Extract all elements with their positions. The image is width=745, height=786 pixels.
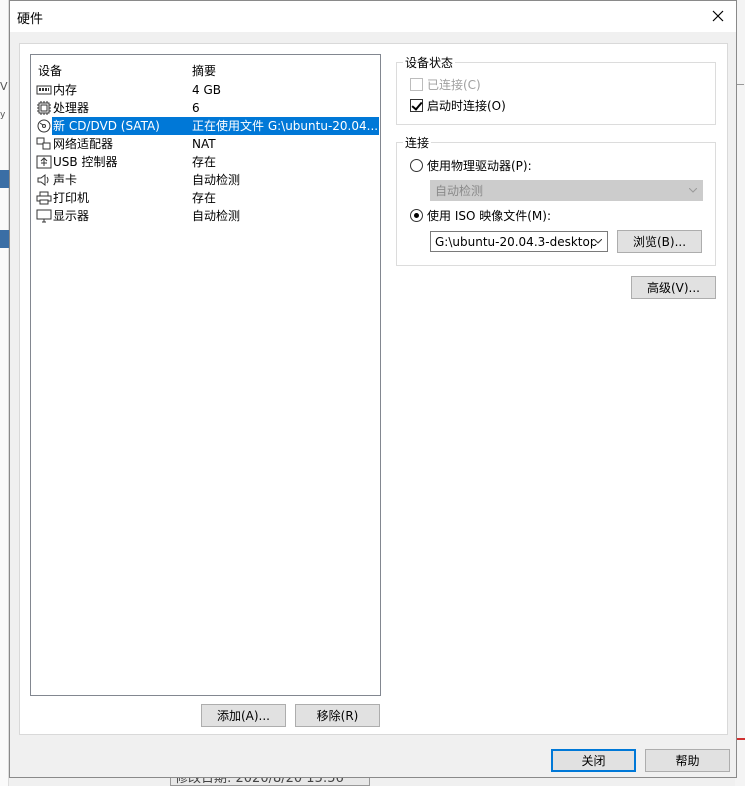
device-row-printer[interactable]: 打印机 存在 <box>31 189 380 207</box>
remove-device-button[interactable]: 移除(R) <box>295 704 380 727</box>
connect-at-power-on-box <box>410 99 423 112</box>
device-row-memory[interactable]: 内存 4 GB <box>31 81 380 99</box>
device-summary: 自动检测 <box>192 173 241 187</box>
column-header-device[interactable]: 设备 <box>38 62 62 79</box>
device-row-usb-controller[interactable]: USB 控制器 存在 <box>31 153 380 171</box>
device-list[interactable]: 设备 摘要 内存 4 GB 处理器 6 新 CD/DVD (SATA) 正在使用… <box>30 54 381 696</box>
remove-device-label: 移除(R) <box>316 709 359 723</box>
device-name: 声卡 <box>53 173 78 187</box>
iso-path-value: G:\ubuntu-20.04.3-desktop <box>435 234 598 249</box>
device-name: 新 CD/DVD (SATA) <box>53 119 160 133</box>
device-summary: NAT <box>192 137 216 151</box>
device-row-cd-dvd[interactable]: 新 CD/DVD (SATA) 正在使用文件 G:\ubuntu-20.04..… <box>31 117 380 135</box>
add-device-label: 添加(A)... <box>216 709 271 723</box>
chevron-down-icon <box>689 188 697 193</box>
device-summary: 存在 <box>192 191 217 205</box>
device-summary: 自动检测 <box>192 209 241 223</box>
processor-icon <box>37 101 51 115</box>
advanced-label: 高级(V)... <box>646 281 701 295</box>
background-tab <box>0 170 9 188</box>
device-name: USB 控制器 <box>53 155 118 169</box>
device-summary: 6 <box>192 101 200 115</box>
connect-at-power-on-label: 启动时连接(O) <box>427 99 506 113</box>
connected-checkbox[interactable]: 已连接(C) <box>410 76 481 93</box>
physical-drive-select[interactable]: 自动检测 <box>430 180 703 201</box>
display-icon <box>36 209 52 223</box>
device-row-processor[interactable]: 处理器 6 <box>31 99 380 117</box>
background-tab <box>0 230 9 248</box>
background-left-strip: V y <box>0 0 9 786</box>
iso-image-radio[interactable]: 使用 ISO 映像文件(M): <box>410 207 551 224</box>
advanced-button[interactable]: 高级(V)... <box>631 276 716 299</box>
background-char: y <box>0 110 6 120</box>
device-list-header: 设备 摘要 <box>31 55 380 81</box>
device-name: 内存 <box>53 83 78 97</box>
close-label: 关闭 <box>581 754 606 768</box>
sound-card-icon <box>37 174 49 186</box>
device-row-display[interactable]: 显示器 自动检测 <box>31 207 380 225</box>
iso-path-combo[interactable]: G:\ubuntu-20.04.3-desktop <box>430 231 608 252</box>
chevron-down-icon <box>594 239 602 244</box>
help-button[interactable]: 帮助 <box>645 749 730 772</box>
dialog-title: 硬件 <box>17 12 44 27</box>
usb-controller-icon <box>36 155 52 169</box>
column-header-summary[interactable]: 摘要 <box>192 62 216 79</box>
device-name: 打印机 <box>53 191 90 205</box>
browse-button[interactable]: 浏览(B)... <box>617 230 702 253</box>
connected-checkbox-label: 已连接(C) <box>427 78 481 92</box>
network-adapter-icon <box>36 137 51 150</box>
printer-icon <box>36 191 52 205</box>
add-device-button[interactable]: 添加(A)... <box>201 704 286 727</box>
physical-drive-radio-button <box>410 159 423 172</box>
physical-drive-label: 使用物理驱动器(P): <box>427 159 532 173</box>
device-row-network-adapter[interactable]: 网络适配器 NAT <box>31 135 380 153</box>
help-label: 帮助 <box>675 754 700 768</box>
background-char: V <box>0 80 8 93</box>
device-name: 显示器 <box>53 209 90 223</box>
device-status-group: 设备状态 已连接(C) 启动时连接(O) <box>396 54 716 125</box>
iso-image-label: 使用 ISO 映像文件(M): <box>427 209 551 223</box>
connection-title: 连接 <box>403 134 432 151</box>
title-bar: 硬件 <box>10 1 736 32</box>
device-status-title: 设备状态 <box>403 54 456 71</box>
close-icon <box>712 10 724 22</box>
hardware-dialog: 硬件 设备 摘要 内存 4 GB 处理器 6 新 CD/DVD (SATA) 正… <box>9 0 737 778</box>
physical-drive-radio[interactable]: 使用物理驱动器(P): <box>410 157 532 174</box>
connection-group: 连接 使用物理驱动器(P): 自动检测 使用 ISO 映像文件(M): G:\u… <box>396 134 716 266</box>
device-name: 网络适配器 <box>53 137 114 151</box>
device-summary: 4 GB <box>192 83 221 97</box>
device-row-sound-card[interactable]: 声卡 自动检测 <box>31 171 380 189</box>
close-window-button[interactable] <box>704 3 732 29</box>
memory-icon <box>36 85 52 95</box>
device-summary: 存在 <box>192 155 217 169</box>
background-dash <box>737 84 744 85</box>
device-name: 处理器 <box>53 101 90 115</box>
connected-checkbox-box <box>410 78 423 91</box>
device-summary: 正在使用文件 G:\ubuntu-20.04... <box>192 119 379 133</box>
iso-image-radio-button <box>410 209 423 222</box>
physical-drive-select-value: 自动检测 <box>435 184 484 198</box>
connect-at-power-on-checkbox[interactable]: 启动时连接(O) <box>410 97 506 114</box>
cd-dvd-icon <box>37 119 51 133</box>
close-button[interactable]: 关闭 <box>551 749 636 772</box>
browse-label: 浏览(B)... <box>632 235 687 249</box>
